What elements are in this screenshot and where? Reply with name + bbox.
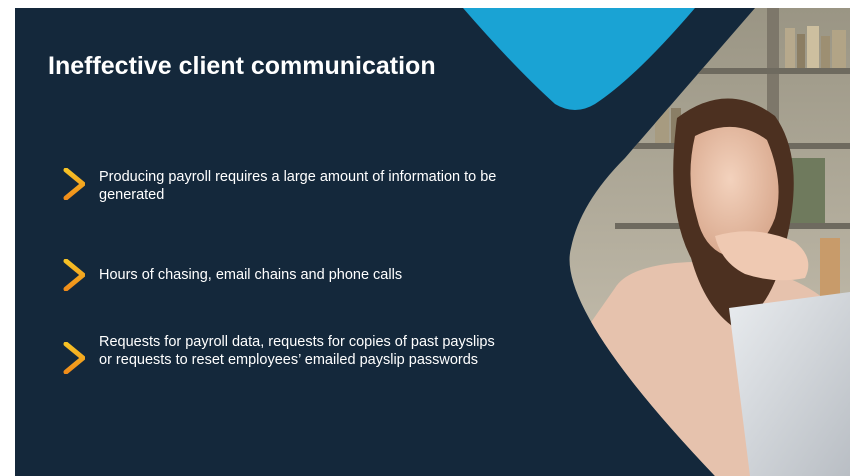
bullet-text: Producing payroll requires a large amoun… xyxy=(99,169,497,203)
slide-frame: Ineffective client communication Produci… xyxy=(0,0,850,476)
bullet-text: Hours of chasing, email chains and phone… xyxy=(99,267,403,283)
laptop xyxy=(729,292,850,476)
slide-title: Ineffective client communication xyxy=(48,52,436,80)
slide: Ineffective client communication Produci… xyxy=(15,8,850,476)
bullet-text: Requests for payroll data, requests for … xyxy=(99,334,495,368)
chevron-right-icon xyxy=(63,342,85,374)
chevron-right-icon xyxy=(63,259,85,291)
accent-triangle xyxy=(463,8,695,110)
chevron-right-icon xyxy=(63,168,85,200)
